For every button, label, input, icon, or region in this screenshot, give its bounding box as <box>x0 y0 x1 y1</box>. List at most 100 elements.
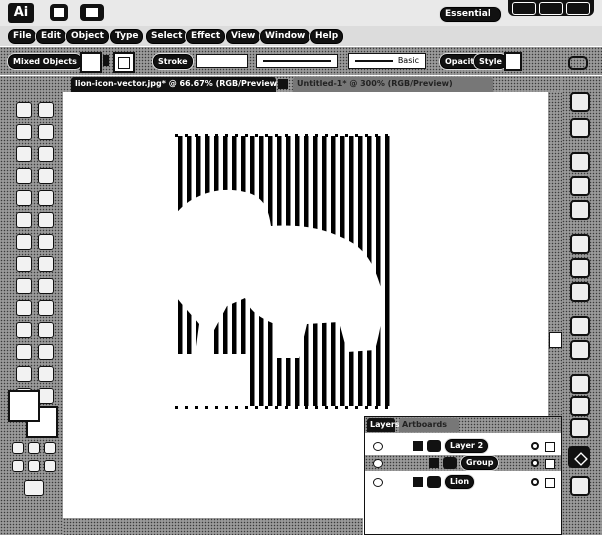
gradient-tool-icon[interactable] <box>38 300 54 316</box>
rectangle-tool-icon[interactable] <box>38 168 54 184</box>
fill-color-swatch[interactable] <box>8 390 40 422</box>
draw-inside-icon[interactable] <box>44 460 56 472</box>
artboards-panel-icon[interactable] <box>570 476 590 496</box>
align-panel-icon[interactable] <box>570 374 590 394</box>
stroke-weight-field[interactable] <box>196 54 248 68</box>
menu-object[interactable]: Object <box>66 29 109 44</box>
swatches-panel-icon[interactable] <box>570 152 590 172</box>
blend-tool-icon[interactable] <box>38 322 54 338</box>
color-guide-panel-icon[interactable] <box>570 118 590 138</box>
graphic-style-swatch[interactable] <box>504 52 522 71</box>
eraser-tool-icon[interactable] <box>38 212 54 228</box>
tab-untitled-document[interactable]: Untitled-1* @ 300% (RGB/Preview) <box>293 77 493 92</box>
screen-mode-icon[interactable] <box>24 480 44 496</box>
magic-wand-tool-icon[interactable] <box>16 124 32 140</box>
workspace-dropdown-icon[interactable] <box>490 8 498 16</box>
expand-triangle-icon[interactable] <box>413 441 423 451</box>
tab-artboards[interactable]: Artboards <box>399 418 459 432</box>
transform-panel-icon[interactable] <box>570 396 590 416</box>
column-graph-tool-icon[interactable] <box>38 344 54 360</box>
target-circle-icon[interactable] <box>531 442 539 450</box>
menu-help[interactable]: Help <box>310 29 344 44</box>
color-panel-icon[interactable] <box>570 92 590 112</box>
symbols-panel-icon[interactable] <box>570 200 590 220</box>
transparency-panel-icon[interactable] <box>570 282 590 302</box>
tab-close-icon[interactable] <box>278 79 288 89</box>
layer-name[interactable]: Lion <box>445 475 475 489</box>
gradient-mode-icon[interactable] <box>28 442 40 454</box>
gradient-panel-icon[interactable] <box>570 258 590 278</box>
expand-triangle-icon[interactable] <box>429 458 439 468</box>
brush-definition[interactable]: Basic <box>348 53 426 69</box>
variable-width-profile[interactable] <box>256 54 338 68</box>
bridge-icon[interactable] <box>50 4 68 21</box>
pen-tool-icon[interactable] <box>16 146 32 162</box>
direct-selection-tool-icon[interactable] <box>38 102 54 118</box>
graphic-styles-panel-icon[interactable] <box>570 340 590 360</box>
color-mode-icon[interactable] <box>12 442 24 454</box>
appearance-panel-icon[interactable] <box>570 316 590 336</box>
shape-builder-tool-icon[interactable] <box>16 278 32 294</box>
tab-lion-document[interactable]: lion-icon-vector.jpg* @ 66.67% (RGB/Prev… <box>71 77 281 92</box>
minimize-icon[interactable] <box>512 2 536 15</box>
brushes-panel-icon[interactable] <box>570 176 590 196</box>
menu-edit[interactable]: Edit <box>36 29 66 44</box>
type-tool-icon[interactable] <box>38 146 54 162</box>
target-circle-icon[interactable] <box>531 478 539 486</box>
horizontal-scrollbar[interactable] <box>63 518 363 535</box>
visibility-eye-icon[interactable] <box>373 459 383 468</box>
visibility-eye-icon[interactable] <box>373 478 383 487</box>
selection-square-icon[interactable] <box>545 478 555 488</box>
selection-tool-icon[interactable] <box>16 102 32 118</box>
arrange-icon[interactable] <box>80 4 104 21</box>
lasso-tool-icon[interactable] <box>38 124 54 140</box>
draw-behind-icon[interactable] <box>28 460 40 472</box>
stroke-label[interactable]: Stroke <box>153 54 193 69</box>
blob-brush-tool-icon[interactable] <box>16 212 32 228</box>
style-label[interactable]: Style <box>474 54 507 69</box>
layer-name[interactable]: Group <box>461 456 499 470</box>
menu-view[interactable]: View <box>226 29 261 44</box>
close-icon[interactable] <box>566 2 590 15</box>
free-transform-tool-icon[interactable] <box>38 256 54 272</box>
pathfinder-panel-icon[interactable] <box>570 418 590 438</box>
perspective-grid-tool-icon[interactable] <box>38 278 54 294</box>
zoom-tool-icon[interactable] <box>38 388 54 404</box>
panel-menu-icon[interactable] <box>568 56 588 70</box>
slice-tool-icon[interactable] <box>38 366 54 382</box>
artboard-tool-icon[interactable] <box>16 366 32 382</box>
scale-tool-icon[interactable] <box>38 234 54 250</box>
rotate-tool-icon[interactable] <box>16 234 32 250</box>
selection-square-icon[interactable] <box>545 459 555 469</box>
layers-panel-icon[interactable] <box>568 446 590 468</box>
menu-type[interactable]: Type <box>110 29 144 44</box>
stroke-panel-icon[interactable] <box>570 234 590 254</box>
line-tool-icon[interactable] <box>16 168 32 184</box>
restore-icon[interactable] <box>539 2 563 15</box>
symbol-sprayer-tool-icon[interactable] <box>16 344 32 360</box>
fill-swatch[interactable] <box>80 52 102 73</box>
stroke-swatch[interactable] <box>113 52 135 73</box>
pencil-tool-icon[interactable] <box>38 190 54 206</box>
tab-layers[interactable]: Layers <box>367 418 400 432</box>
width-tool-icon[interactable] <box>16 256 32 272</box>
paintbrush-tool-icon[interactable] <box>16 190 32 206</box>
menu-select[interactable]: Select <box>146 29 188 44</box>
layer-row-layer-2[interactable]: Layer 2 <box>365 439 561 454</box>
target-circle-icon[interactable] <box>531 459 539 467</box>
layer-row-lion[interactable]: Lion <box>365 475 561 490</box>
menu-effect[interactable]: Effect <box>186 29 226 44</box>
mesh-tool-icon[interactable] <box>16 300 32 316</box>
selection-square-icon[interactable] <box>545 442 555 452</box>
layer-row-group[interactable]: Group <box>365 455 561 471</box>
layer-name[interactable]: Layer 2 <box>445 439 489 453</box>
fill-dropdown-icon[interactable] <box>103 55 109 66</box>
menu-window[interactable]: Window <box>260 29 311 44</box>
none-mode-icon[interactable] <box>44 442 56 454</box>
menu-file[interactable]: File <box>8 29 37 44</box>
expand-triangle-icon[interactable] <box>413 477 423 487</box>
scrollbar-thumb[interactable] <box>549 332 562 348</box>
visibility-eye-icon[interactable] <box>373 442 383 451</box>
eyedropper-tool-icon[interactable] <box>16 322 32 338</box>
draw-normal-icon[interactable] <box>12 460 24 472</box>
